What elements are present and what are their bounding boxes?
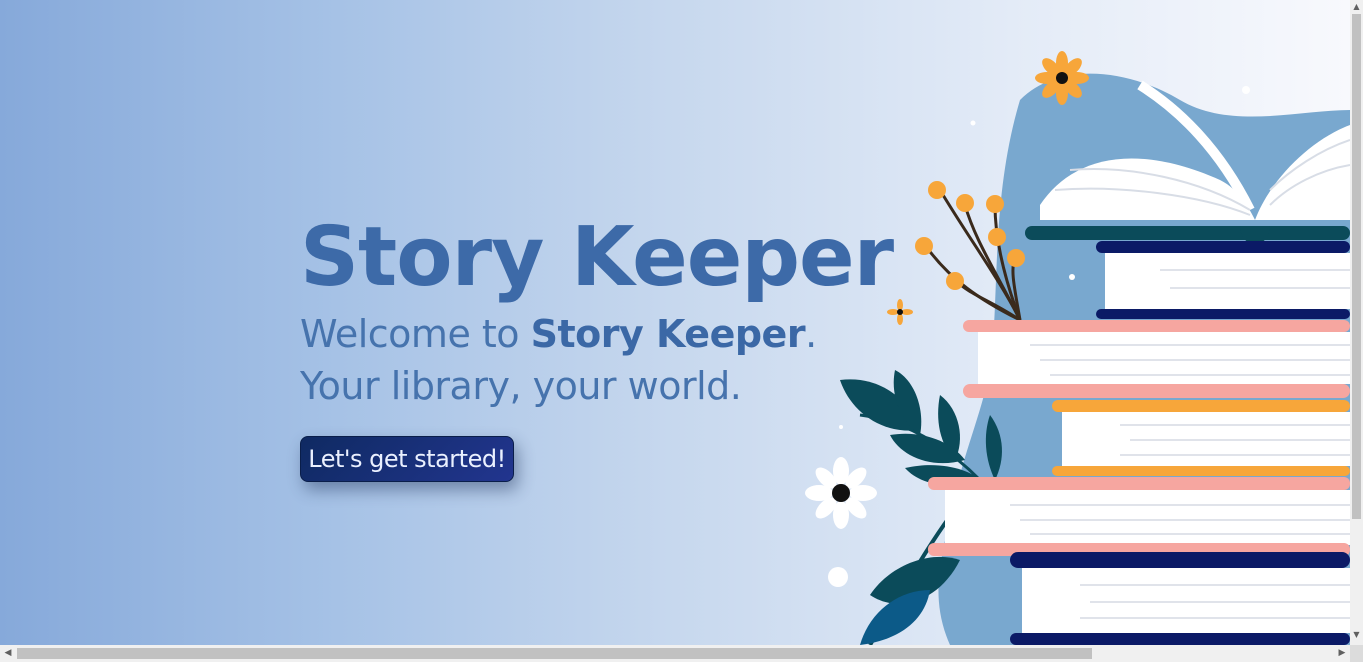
- tagline: Your library, your world.: [300, 364, 742, 408]
- scroll-right-arrow-icon[interactable]: ▶: [1334, 645, 1350, 662]
- welcome-prefix: Welcome to: [300, 312, 531, 356]
- horizontal-scroll-thumb[interactable]: [17, 648, 1092, 659]
- scroll-up-arrow-icon[interactable]: ▲: [1350, 0, 1363, 13]
- welcome-brand: Story Keeper: [530, 312, 806, 356]
- scrollbar-corner: [1350, 645, 1363, 662]
- vertical-scroll-thumb[interactable]: [1352, 14, 1361, 519]
- scroll-down-arrow-icon[interactable]: ▼: [1350, 628, 1363, 641]
- books-illustration: [805, 51, 1350, 645]
- page-viewport: Story Keeper Welcome to Story Keeper. Yo…: [0, 0, 1350, 645]
- get-started-button[interactable]: Let's get started!: [300, 436, 514, 482]
- vertical-scrollbar[interactable]: ▲ ▼: [1350, 0, 1363, 645]
- horizontal-scrollbar[interactable]: ◀ ▶: [0, 645, 1350, 662]
- scroll-left-arrow-icon[interactable]: ◀: [0, 645, 16, 662]
